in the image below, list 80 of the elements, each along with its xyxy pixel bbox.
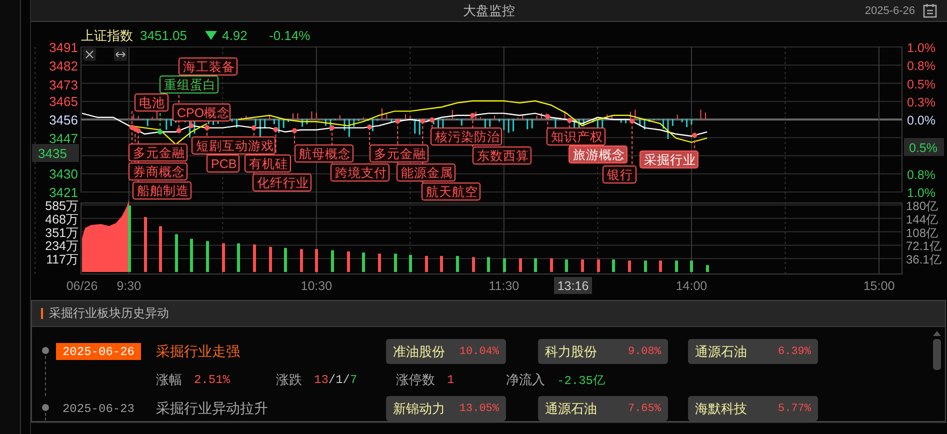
event-tag[interactable]: 重组蛋白 [160,76,218,94]
date-label: 2025-6-26 [864,4,915,16]
price-axis-label: 3456 [49,112,78,128]
index-change: 4.92 [222,28,248,43]
time-cursor-label: 13:16 [554,277,592,294]
panel-title: 采掘行业板块历史异动 [49,305,169,322]
index-percent: -0.14% [269,28,310,43]
event-tag[interactable]: 券商概念 [128,162,188,180]
event-date[interactable]: 2025-06-23 [56,400,141,417]
event-title: 采掘行业异动拉升 [156,400,269,418]
event-tag[interactable]: 采掘行业 [640,150,698,168]
stock-chip[interactable]: 准油股份 10.04% [386,339,506,364]
stat-value: 1 [447,373,454,387]
time-axis-label: 06/26 [66,279,98,293]
index-name: 上证指数 [81,28,133,43]
event-tag[interactable]: 东数西算 [472,146,532,164]
stock-chip[interactable]: 科力股份 9.08% [538,339,668,364]
stat-label: 涨幅 [156,371,182,389]
event-tag[interactable]: 航天航空 [422,182,480,200]
price-axis-label: 3430 [49,166,78,182]
stat-label: 涨停数 [396,371,435,389]
event-tag[interactable]: 银行 [602,166,636,184]
price-axis-label: 3465 [49,94,78,109]
event-tag[interactable]: 核污染防治 [430,128,502,146]
stat-value: -2.35亿 [557,372,606,388]
percent-axis-label: 1.0% [907,186,936,200]
time-axis-label: 14:00 [676,279,708,293]
percent-axis-label: 0.8% [907,168,936,182]
percent-axis-label: 0.3% [907,95,936,110]
amount-axis-label: 180亿 [906,199,938,213]
stat-value: 13/1/7 [314,373,358,387]
amount-axis-label: 108亿 [906,226,938,240]
amount-axis-label: 72.1亿 [906,239,942,254]
time-axis-label: 11:30 [488,279,520,293]
event-tag[interactable]: 多元金融 [128,144,188,162]
stat-value: 2.51% [194,373,230,387]
event-tag[interactable]: PCB [206,154,240,172]
percent-axis-label: 1.0% [907,41,936,55]
price-axis-label: 3473 [49,77,78,92]
event-title: 采掘行业走强 [156,342,241,360]
price-cursor-label: 3435 [32,144,79,162]
amount-axis-label: 144亿 [906,212,938,226]
percent-axis-label: 0.8% [907,59,936,74]
volume-axis-label: 468万 [45,212,79,226]
stock-chip[interactable]: 通源石油 6.39% [688,339,818,364]
stock-chip[interactable]: 新锦动力 13.05% [386,396,506,421]
event-tag[interactable]: 化纤行业 [252,174,312,192]
price-axis-label: 3491 [49,40,78,55]
percent-axis-label: 0.5% [907,77,936,92]
event-tag[interactable]: 多元金融 [370,144,428,162]
event-tag[interactable]: 船舶制造 [132,182,192,200]
event-tag[interactable]: 旅游概念 [568,146,628,164]
index-price: 3451.05 [140,28,187,43]
event-tag[interactable]: 海工装备 [178,58,238,76]
percent-axis-label: 0.0% [907,114,936,128]
amount-axis-label: 36.1亿 [906,252,942,267]
time-axis-label: 15:00 [863,279,895,293]
stat-label: 涨跌 [276,371,302,389]
price-axis-label: 3482 [49,58,78,74]
stat-label: 净流入 [506,371,545,389]
event-tag[interactable]: 跨境支付 [330,164,390,182]
volume-axis-label: 117万 [46,252,79,267]
event-tag[interactable]: 短剧互动游戏 [192,136,276,154]
volume-axis-label: 585万 [45,199,79,213]
stock-chip[interactable]: 海默科技 5.77% [688,396,818,421]
time-axis-label: 10:30 [300,279,332,293]
price-axis-label: 3447 [49,131,78,146]
price-axis-label: 3421 [49,185,78,200]
time-axis-label: 9:30 [116,279,142,293]
event-tag[interactable]: CPO概念 [172,104,230,122]
event-tag[interactable]: 航母概念 [294,144,354,162]
percent-cursor-label: 0.5% [904,138,944,156]
volume-axis-label: 234万 [45,239,79,254]
event-tag[interactable]: 有机硅 [244,154,291,172]
stock-chip[interactable]: 通源石油 7.65% [538,396,668,421]
window-title: 大盘监控 [463,2,515,20]
event-tag[interactable]: 能源金属 [396,164,456,182]
event-tag[interactable]: 知识产权 [546,128,606,146]
event-tag[interactable]: 电池 [134,94,168,112]
volume-axis-label: 351万 [45,226,79,240]
